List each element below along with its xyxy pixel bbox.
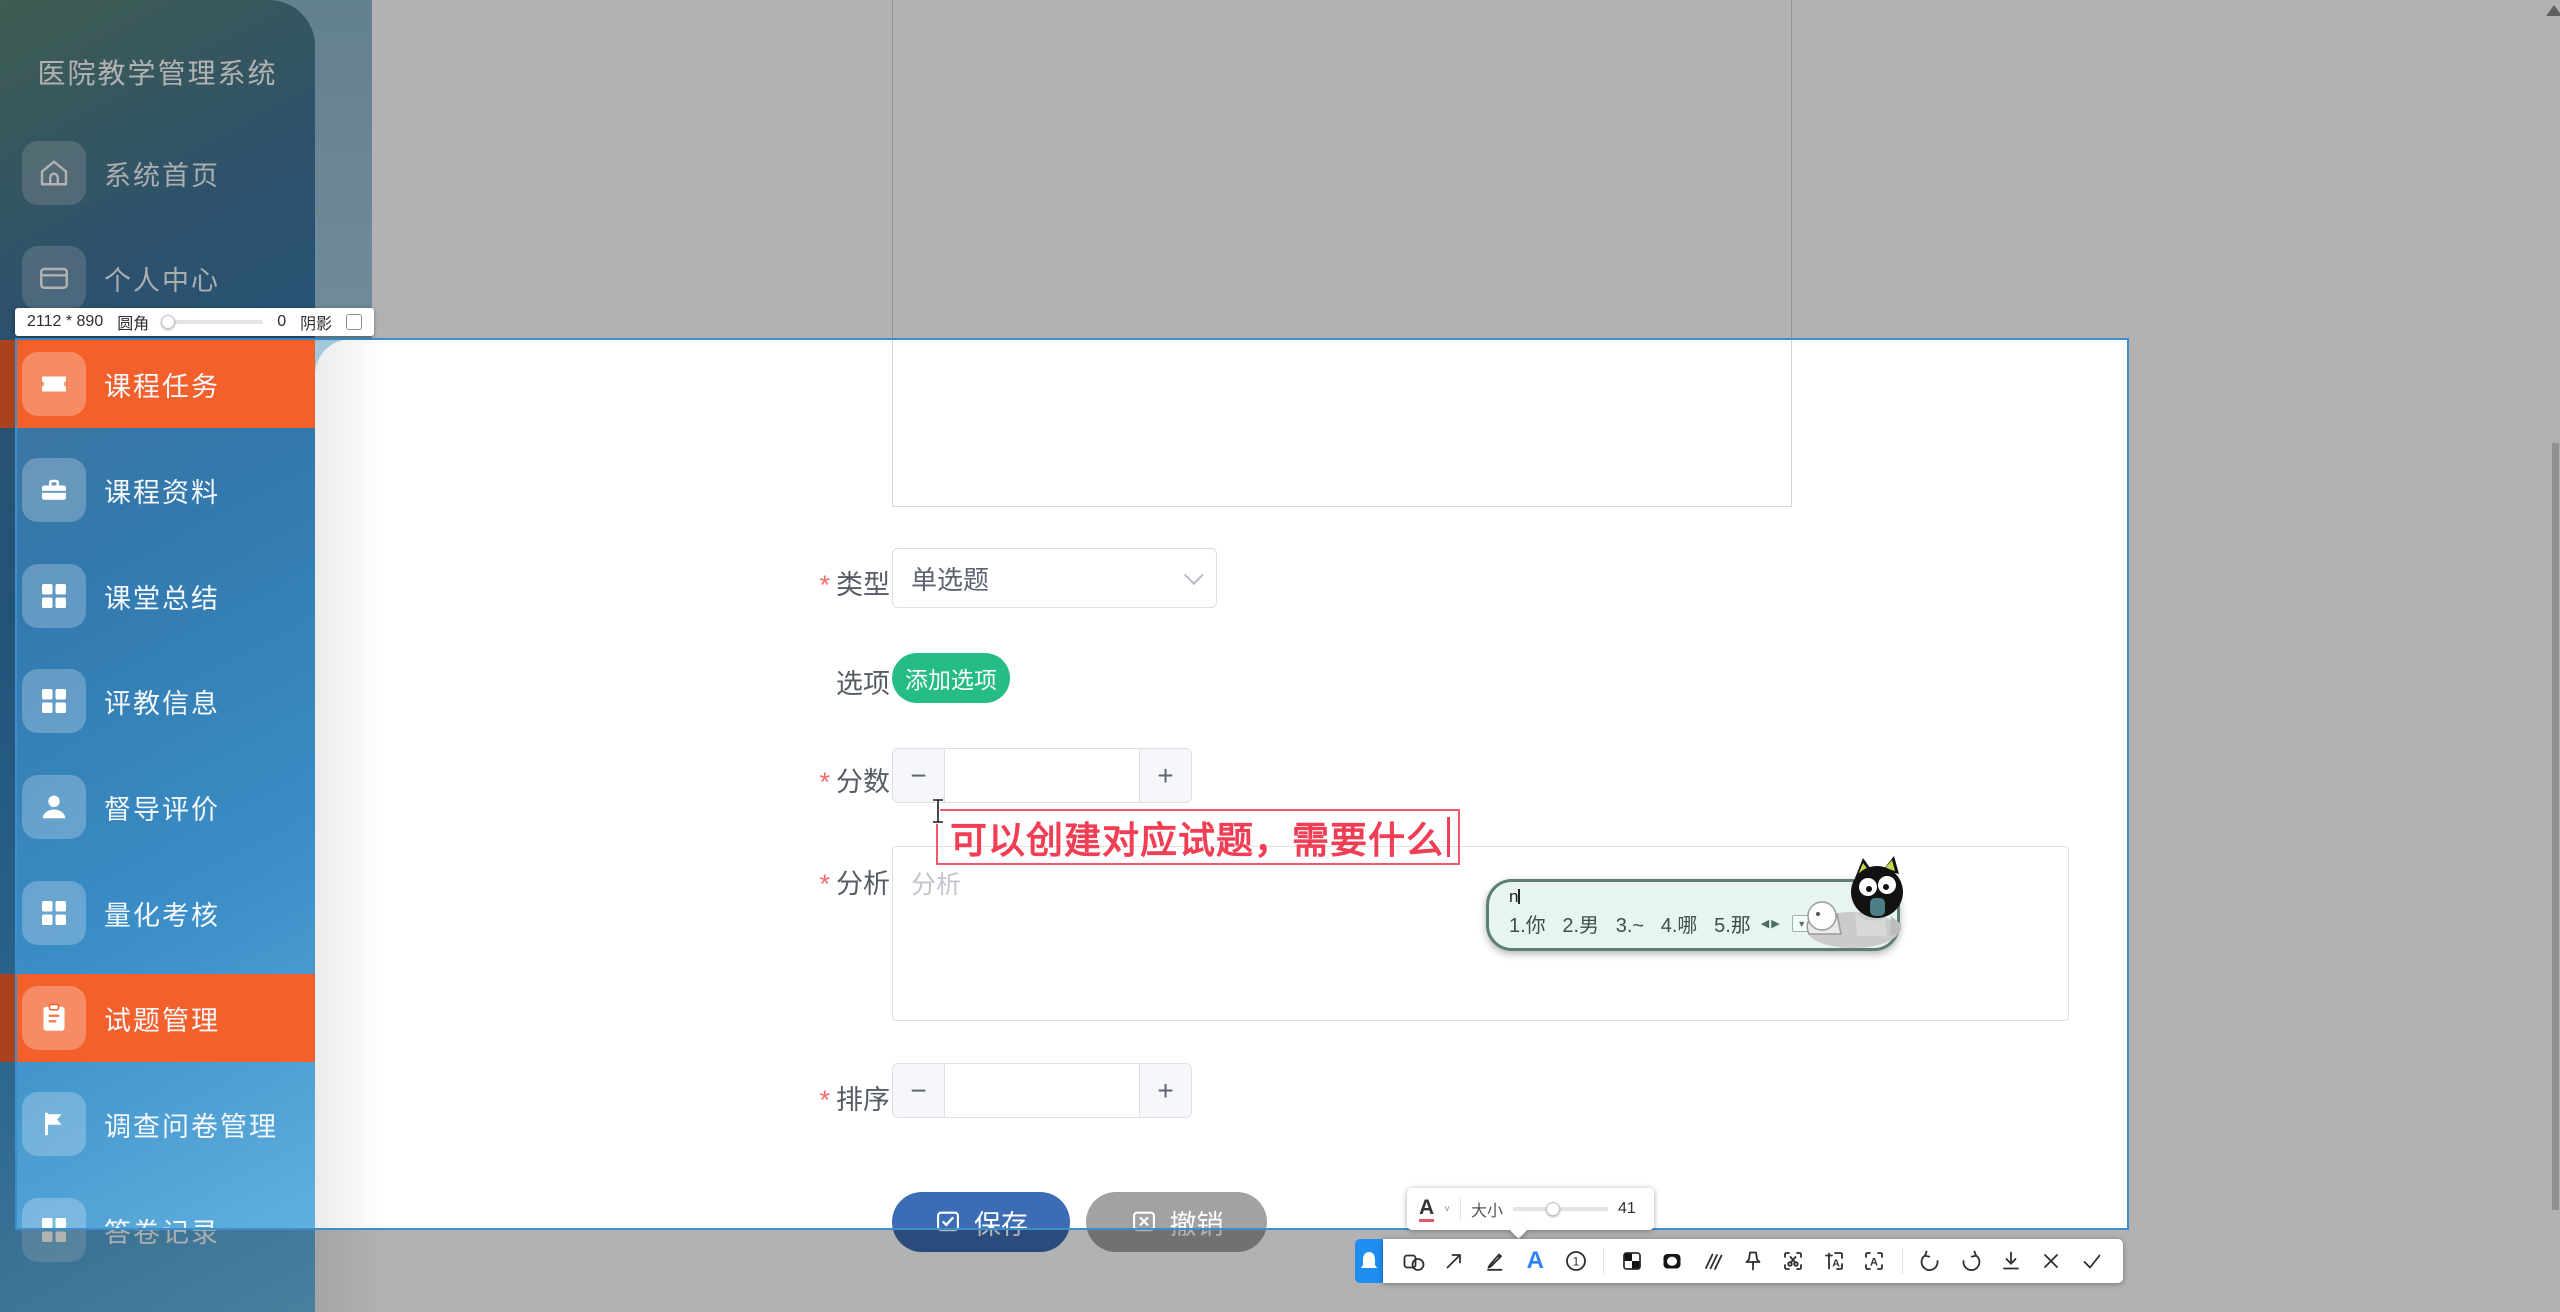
step-number-tool[interactable]: 1 [1563, 1248, 1589, 1274]
cancel-tool[interactable] [2038, 1248, 2064, 1274]
shapes-tool[interactable] [1401, 1248, 1427, 1274]
mosaic-tool[interactable] [1619, 1248, 1645, 1274]
ime-mascot-cat-dog [1795, 856, 1907, 956]
dim-overlay-bottom [0, 1229, 2560, 1312]
spotlight-tool[interactable] [1659, 1248, 1685, 1274]
crop-scissors-tool[interactable] [1780, 1248, 1806, 1274]
redo-tool[interactable] [1958, 1248, 1984, 1274]
font-size-label: 大小 [1471, 1197, 1503, 1221]
download-tool[interactable] [1998, 1248, 2024, 1274]
text-color-button[interactable]: A [1419, 1197, 1434, 1222]
ocr-translate-tool[interactable]: A [1821, 1248, 1847, 1274]
capture-size-text: 2112 * 890 [27, 313, 103, 331]
annotation-text: 可以创建对应试题，需要什么 [950, 810, 1444, 864]
divider [1460, 1198, 1461, 1220]
screen: 医院教学管理系统 系统首页 个人中心 课程任务 课程资料 课堂总结 评教信息 督… [0, 0, 2560, 1312]
blur-tool[interactable] [1700, 1248, 1726, 1274]
dim-overlay-left [0, 339, 16, 1229]
shadow-label: 阴影 [300, 310, 332, 334]
font-size-slider[interactable] [1513, 1207, 1608, 1211]
pencil-tool[interactable] [1482, 1248, 1508, 1274]
snip-tab[interactable] [1355, 1239, 1383, 1283]
corner-radius-label: 圆角 [117, 310, 149, 334]
corner-radius-slider[interactable] [163, 320, 263, 324]
bell-icon [1360, 1251, 1378, 1271]
svg-text:A: A [1832, 1258, 1840, 1270]
text-caret [1447, 817, 1450, 857]
pin-tool[interactable] [1740, 1248, 1766, 1274]
confirm-tool[interactable] [2079, 1248, 2105, 1274]
capture-selection-border[interactable] [15, 338, 2129, 1230]
svg-text:1: 1 [1572, 1254, 1579, 1268]
ime-page-arrows-icon[interactable]: ◀▶ [1761, 917, 1782, 930]
ime-composition: n [1509, 887, 1518, 906]
ime-caret [1518, 889, 1520, 904]
annotation-toolbar: A 1 A A [1355, 1239, 2123, 1283]
corner-radius-value: 0 [277, 313, 286, 331]
text-tool[interactable]: A [1522, 1248, 1548, 1274]
dim-overlay-top [0, 0, 2560, 339]
color-chevron-icon: ˅ [1444, 1204, 1450, 1215]
shadow-checkbox[interactable] [346, 314, 362, 330]
undo-tool[interactable] [1917, 1248, 1943, 1274]
text-style-popover: A ˅ 大小 41 [1407, 1188, 1654, 1230]
toolbar-tools: A 1 A A [1383, 1239, 2123, 1283]
ibeam-cursor-icon [930, 798, 946, 829]
ocr-area-tool[interactable]: A [1861, 1248, 1887, 1274]
font-size-value: 41 [1618, 1200, 1636, 1218]
dim-overlay-right [2128, 339, 2560, 1229]
capture-size-bar: 2112 * 890 圆角 0 阴影 [15, 308, 374, 336]
toolbar-divider [1902, 1248, 1903, 1274]
slider-handle[interactable] [161, 315, 175, 329]
annotation-text-box[interactable]: 可以创建对应试题，需要什么 [936, 809, 1460, 865]
toolbar-divider [1603, 1248, 1604, 1274]
ime-candidates[interactable]: 1.你 2.男 3.~ 4.哪 5.那 [1509, 909, 1751, 938]
svg-text:A: A [1870, 1257, 1878, 1269]
slider-handle[interactable] [1546, 1202, 1560, 1216]
arrow-tool[interactable] [1441, 1248, 1467, 1274]
